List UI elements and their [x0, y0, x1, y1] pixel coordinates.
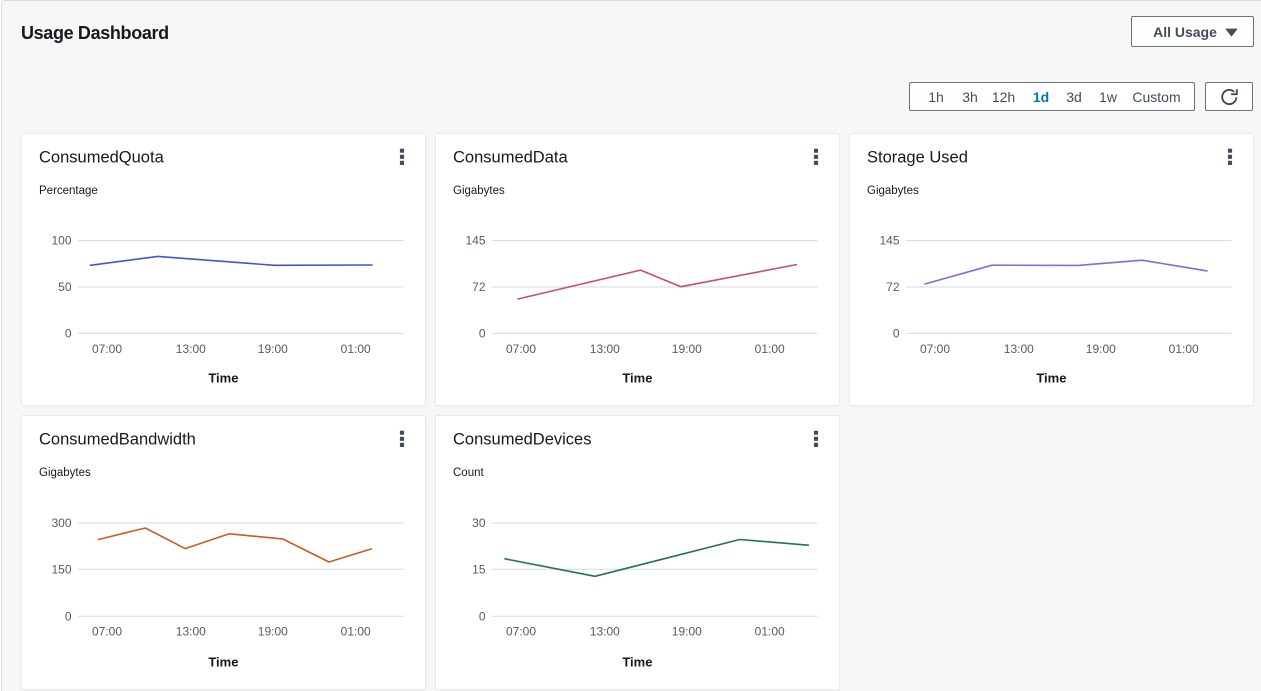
svg-text:Time: Time	[622, 654, 652, 669]
svg-text:ConsumedBandwidth: ConsumedBandwidth	[39, 431, 196, 449]
svg-text:Time: Time	[208, 654, 238, 669]
svg-text:Gigabytes: Gigabytes	[39, 467, 91, 479]
svg-text:19:00: 19:00	[672, 342, 702, 356]
svg-text:13:00: 13:00	[176, 624, 206, 638]
svg-text:ConsumedQuota: ConsumedQuota	[39, 149, 165, 167]
svg-text:30: 30	[472, 516, 486, 530]
svg-text:ConsumedData: ConsumedData	[453, 149, 568, 167]
svg-text:07:00: 07:00	[92, 624, 122, 638]
svg-text:300: 300	[51, 516, 71, 530]
svg-text:07:00: 07:00	[506, 624, 536, 638]
svg-text:01:00: 01:00	[755, 342, 785, 356]
svg-text:Percentage: Percentage	[39, 185, 98, 197]
svg-text:01:00: 01:00	[341, 624, 371, 638]
svg-text:ConsumedDevices: ConsumedDevices	[453, 431, 591, 449]
svg-text:Count: Count	[453, 467, 484, 479]
svg-text:Time: Time	[622, 370, 652, 385]
svg-text:72: 72	[472, 280, 486, 294]
svg-text:01:00: 01:00	[1169, 342, 1199, 356]
svg-text:13:00: 13:00	[590, 342, 620, 356]
svg-text:100: 100	[51, 234, 71, 248]
svg-text:145: 145	[465, 234, 485, 248]
svg-text:19:00: 19:00	[258, 342, 288, 356]
svg-text:07:00: 07:00	[506, 342, 536, 356]
svg-text:13:00: 13:00	[176, 342, 206, 356]
svg-text:50: 50	[58, 280, 72, 294]
svg-text:13:00: 13:00	[590, 624, 620, 638]
svg-text:0: 0	[479, 327, 486, 341]
svg-text:19:00: 19:00	[258, 624, 288, 638]
svg-text:Storage Used: Storage Used	[867, 149, 968, 167]
svg-text:15: 15	[472, 562, 486, 576]
svg-text:0: 0	[65, 327, 72, 341]
svg-text:19:00: 19:00	[1086, 342, 1116, 356]
svg-text:19:00: 19:00	[672, 624, 702, 638]
svg-text:07:00: 07:00	[92, 342, 122, 356]
svg-text:07:00: 07:00	[920, 342, 950, 356]
svg-text:Time: Time	[1036, 370, 1066, 385]
svg-text:72: 72	[886, 280, 900, 294]
svg-text:Gigabytes: Gigabytes	[867, 185, 919, 197]
svg-text:150: 150	[51, 562, 71, 576]
svg-text:01:00: 01:00	[755, 624, 785, 638]
svg-text:01:00: 01:00	[341, 342, 371, 356]
svg-text:0: 0	[479, 609, 486, 623]
svg-text:Time: Time	[208, 370, 238, 385]
svg-text:0: 0	[893, 327, 900, 341]
svg-text:0: 0	[65, 609, 72, 623]
svg-text:145: 145	[879, 234, 899, 248]
svg-text:13:00: 13:00	[1004, 342, 1034, 356]
svg-text:Gigabytes: Gigabytes	[453, 185, 505, 197]
